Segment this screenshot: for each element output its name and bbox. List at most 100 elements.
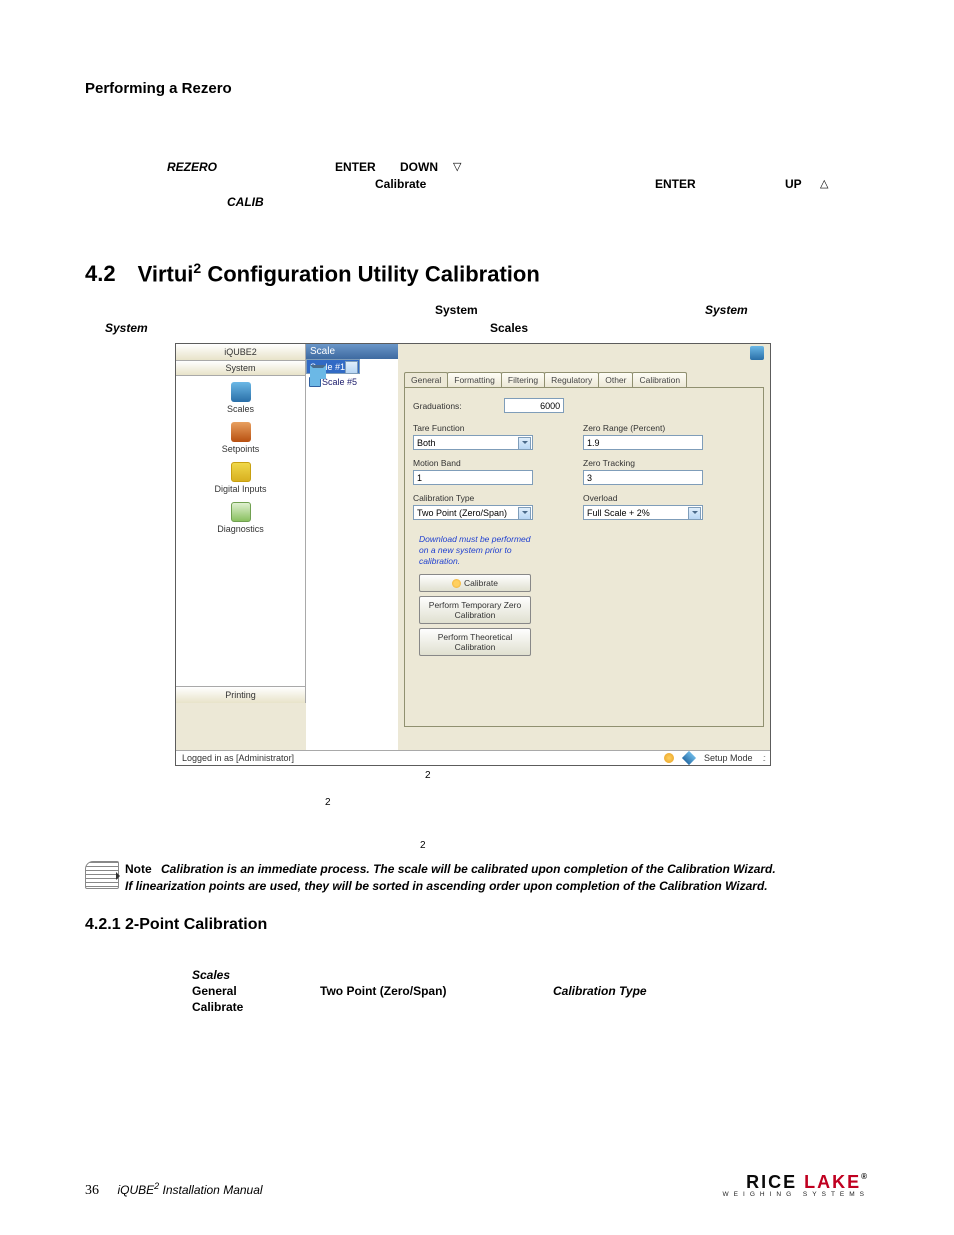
nav-sidebar: iQUBE2 System Scales Setpoints Digital I… bbox=[176, 344, 306, 703]
calibrate-button[interactable]: Calibrate bbox=[419, 574, 531, 592]
step-general: General bbox=[192, 984, 237, 998]
tree-scale-1[interactable]: Scale #1 bbox=[306, 359, 360, 374]
status-dot-icon bbox=[664, 753, 674, 763]
caltype-select[interactable]: Two Point (Zero/Span) bbox=[413, 505, 533, 520]
kw-up: UP bbox=[785, 177, 802, 191]
label-system-1: System bbox=[435, 303, 478, 317]
scale-tree-panel: Scale Scale #1 Scale #5 bbox=[306, 344, 398, 750]
resize-grip-icon: .:: bbox=[762, 753, 764, 763]
note-block: Note Calibration is an immediate process… bbox=[85, 861, 869, 893]
tab-other[interactable]: Other bbox=[598, 372, 633, 387]
float-2-b: 2 bbox=[325, 797, 869, 808]
status-right: Setup Mode bbox=[704, 753, 753, 763]
keyword-cluster-1: REZERO ENTER DOWN ▽ Calibrate CALIB ENTE… bbox=[85, 155, 869, 195]
brand-logo: RICE LAKE® WEIGHING SYSTEMS bbox=[723, 1173, 869, 1199]
nav-scales[interactable]: Scales bbox=[176, 376, 305, 416]
status-diamond-icon bbox=[682, 751, 696, 765]
tab-filtering[interactable]: Filtering bbox=[501, 372, 545, 387]
wand-icon bbox=[452, 579, 461, 588]
kw-enter: ENTER bbox=[335, 160, 376, 174]
steps-grid: Scales General Two Point (Zero/Span) Cal… bbox=[85, 968, 869, 1028]
nav-setpoints[interactable]: Setpoints bbox=[176, 416, 305, 456]
label-system-2: System bbox=[705, 303, 748, 317]
manual-a: iQUBE bbox=[117, 1183, 154, 1197]
sidebar-subheader[interactable]: System bbox=[176, 361, 305, 376]
step-caltype: Calibration Type bbox=[553, 984, 647, 998]
theoretical-button[interactable]: Perform Theoretical Calibration bbox=[419, 628, 531, 656]
graduations-row: Graduations: 6000 bbox=[413, 398, 755, 413]
float-2-a: 2 bbox=[425, 770, 869, 781]
caltype-label: Calibration Type bbox=[413, 493, 553, 503]
tabbar: General Formatting Filtering Regulatory … bbox=[404, 372, 770, 387]
nav-setpoints-label: Setpoints bbox=[222, 444, 260, 454]
note-line-2: If linearization points are used, they w… bbox=[125, 879, 768, 893]
nav-di-label: Digital Inputs bbox=[214, 484, 266, 494]
nav-diagnostics[interactable]: Diagnostics bbox=[176, 496, 305, 536]
zerotrack-label: Zero Tracking bbox=[583, 458, 723, 468]
page-number: 36 bbox=[85, 1183, 99, 1198]
motion-label: Motion Band bbox=[413, 458, 553, 468]
tab-calibration[interactable]: Calibration bbox=[632, 372, 687, 387]
down-triangle-icon: ▽ bbox=[453, 160, 461, 173]
page-footer: 36 iQUBE2 Installation Manual RICE LAKE®… bbox=[85, 1173, 869, 1199]
diagnostics-icon bbox=[231, 502, 251, 522]
brand-rice: RICE bbox=[746, 1172, 804, 1192]
step-twopoint: Two Point (Zero/Span) bbox=[320, 984, 446, 998]
setpoints-icon bbox=[231, 422, 251, 442]
overload-label: Overload bbox=[583, 493, 723, 503]
section-title-a: Virtui bbox=[138, 261, 194, 286]
nav-diag-label: Diagnostics bbox=[217, 524, 264, 534]
brand-lake: LAKE bbox=[804, 1172, 861, 1192]
section-title-b: Configuration Utility Calibration bbox=[201, 261, 540, 286]
corner-scale-icon bbox=[750, 346, 764, 360]
tree-title: Scale bbox=[310, 346, 335, 357]
tab-general[interactable]: General bbox=[404, 372, 448, 387]
motion-input[interactable]: 1 bbox=[413, 470, 533, 485]
section-heading-4-2: 4.2Virtui2 Configuration Utility Calibra… bbox=[85, 260, 869, 287]
kw-enter-2: ENTER bbox=[655, 177, 696, 191]
tab-formatting[interactable]: Formatting bbox=[447, 372, 502, 387]
graduations-label: Graduations: bbox=[413, 401, 462, 411]
tab-regulatory[interactable]: Regulatory bbox=[544, 372, 599, 387]
heading-performing-rezero: Performing a Rezero bbox=[85, 80, 869, 97]
manual-title: iQUBE2 Installation Manual bbox=[117, 1183, 262, 1197]
registered-icon: ® bbox=[861, 1172, 869, 1181]
tare-label: Tare Function bbox=[413, 423, 553, 433]
sidebar-header[interactable]: iQUBE2 bbox=[176, 344, 305, 361]
content-panel: General Formatting Filtering Regulatory … bbox=[398, 344, 770, 742]
section-number: 4.2 bbox=[85, 261, 116, 286]
overload-select[interactable]: Full Scale + 2% bbox=[583, 505, 703, 520]
step-scales: Scales bbox=[192, 968, 230, 982]
zerorange-label: Zero Range (Percent) bbox=[583, 423, 723, 433]
nav-digital-inputs[interactable]: Digital Inputs bbox=[176, 456, 305, 496]
zerorange-input[interactable]: 1.9 bbox=[583, 435, 703, 450]
digital-inputs-icon bbox=[231, 462, 251, 482]
tab-body: Graduations: 6000 Tare Function Both Mot… bbox=[404, 387, 764, 727]
kw-rezero: REZERO bbox=[167, 160, 217, 174]
status-left: Logged in as [Administrator] bbox=[182, 753, 294, 763]
graduations-input[interactable]: 6000 bbox=[504, 398, 564, 413]
step-calibrate: Calibrate bbox=[192, 1000, 243, 1014]
float-2-c: 2 bbox=[420, 840, 869, 851]
up-triangle-icon: △ bbox=[820, 177, 828, 190]
subsection-4-2-1: 4.2.1 2-Point Calibration bbox=[85, 916, 869, 934]
kw-down: DOWN bbox=[400, 160, 438, 174]
brand-tagline: WEIGHING SYSTEMS bbox=[723, 1192, 869, 1199]
calibrate-button-label: Calibrate bbox=[464, 578, 498, 588]
label-system-3: System bbox=[105, 321, 148, 335]
label-scales: Scales bbox=[490, 321, 528, 335]
note-line-1: Calibration is an immediate process. The… bbox=[161, 862, 776, 876]
app-window: iQUBE2 System Scales Setpoints Digital I… bbox=[175, 343, 771, 766]
temp-zero-button[interactable]: Perform Temporary Zero Calibration bbox=[419, 596, 531, 624]
nav-scales-label: Scales bbox=[227, 404, 254, 414]
tare-select[interactable]: Both bbox=[413, 435, 533, 450]
kw-calib: CALIB bbox=[227, 195, 264, 209]
tree-titlebar: Scale bbox=[306, 344, 398, 359]
note-icon bbox=[85, 861, 119, 889]
statusbar: Logged in as [Administrator] Setup Mode … bbox=[176, 750, 770, 765]
kw-calibrate: Calibrate bbox=[375, 177, 426, 191]
zerotrack-input[interactable]: 3 bbox=[583, 470, 703, 485]
note-label: Note bbox=[125, 862, 152, 876]
sidebar-printing[interactable]: Printing bbox=[176, 686, 305, 703]
scales-icon bbox=[231, 382, 251, 402]
